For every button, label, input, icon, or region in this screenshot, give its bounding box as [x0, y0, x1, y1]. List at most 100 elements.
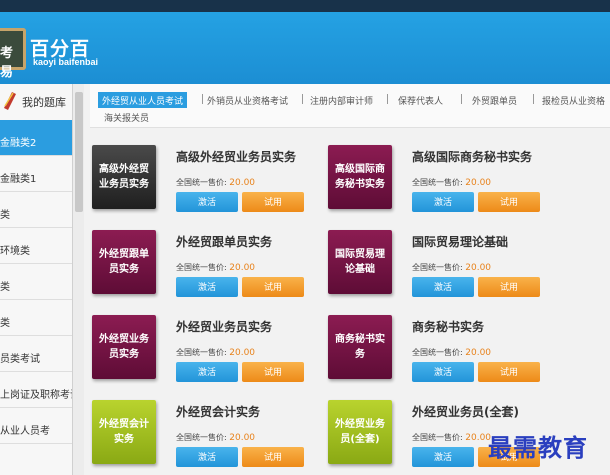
price-value: 20.00: [229, 178, 256, 188]
sidebar-scroll-thumb[interactable]: [75, 92, 83, 212]
price-label: 全国统一售价:: [176, 178, 227, 187]
sidebar-item-environment[interactable]: 环境类: [0, 228, 72, 264]
trial-button[interactable]: 试用: [242, 192, 304, 212]
sidebar-item-label: 金融类1: [0, 174, 37, 185]
sidebar-item-label: 上岗证及职称考试: [0, 390, 72, 401]
question-bank-icon: [4, 92, 16, 110]
sidebar-item-category[interactable]: 类: [0, 300, 72, 336]
sidebar-item-label: 金融类2: [0, 138, 37, 149]
price-label: 全国统一售价:: [412, 433, 463, 442]
product-cover[interactable]: 高级外经贸业务员实务: [92, 145, 156, 209]
activate-button[interactable]: 激活: [176, 277, 238, 297]
logo-board-text: 考易: [0, 46, 14, 80]
product-title: 国际贸易理论基础: [412, 235, 509, 249]
product-cover[interactable]: 外经贸业务员(全套): [328, 400, 392, 464]
product-cover[interactable]: 高级国际商务秘书实务: [328, 145, 392, 209]
product-title: 外经贸业务员(全套): [412, 405, 519, 419]
tab-foreign-trade-staff[interactable]: 外经贸从业人员考试: [98, 92, 188, 108]
activate-button[interactable]: 激活: [412, 192, 474, 212]
trial-button[interactable]: 试用: [478, 277, 540, 297]
sidebar-item-category[interactable]: 类: [0, 192, 72, 228]
product-title: 高级国际商务秘书实务: [412, 150, 533, 164]
tab-internal-auditor[interactable]: 注册内部审计师: [310, 92, 373, 108]
activate-button[interactable]: 激活: [176, 447, 238, 467]
app-header: 考易 百分百 kaoyi baifenbai: [0, 0, 610, 84]
product-cover[interactable]: 外经贸会计实务: [92, 400, 156, 464]
sidebar-item-label: 类: [0, 210, 10, 221]
sidebar: 我的题库 金融类2 金融类1 类 环境类 类 类 员类考试 上岗证及职称考试 从…: [0, 84, 84, 475]
product-price-row: 全国统一售价: 20.00: [412, 262, 491, 273]
product-price-row: 全国统一售价: 20.00: [176, 347, 255, 358]
category-tabbar: 外经贸从业人员考试 外销员从业资格考试 注册内部审计师 保荐代表人 外贸跟单员 …: [90, 84, 610, 128]
tab-sales-staff[interactable]: 外销员从业资格考试: [207, 92, 288, 108]
price-label: 全国统一售价:: [176, 263, 227, 272]
tab-separator: [461, 94, 462, 104]
product-card: 外经贸会计实务 外经贸会计实务 全国统一售价: 20.00 激活 试用: [92, 400, 328, 475]
sidebar-item-label: 类: [0, 318, 10, 329]
price-label: 全国统一售价:: [412, 178, 463, 187]
tab-inspection-staff[interactable]: 报检员从业资格: [542, 92, 605, 108]
activate-button[interactable]: 激活: [176, 362, 238, 382]
product-price-row: 全国统一售价: 20.00: [412, 432, 491, 443]
sidebar-item-label: 员类考试: [0, 354, 40, 365]
product-cover[interactable]: 外经贸跟单员实务: [92, 230, 156, 294]
sidebar-scrollbar[interactable]: [72, 84, 84, 475]
tab-separator: [533, 94, 534, 104]
tab-separator: [202, 94, 203, 104]
product-card: 国际贸易理论基础 国际贸易理论基础 全国统一售价: 20.00 激活 试用: [328, 230, 564, 314]
product-cover[interactable]: 商务秘书实务: [328, 315, 392, 379]
product-title: 商务秘书实务: [412, 320, 485, 334]
sidebar-item-label: 类: [0, 282, 10, 293]
product-title: 外经贸业务员实务: [176, 320, 273, 334]
trial-button[interactable]: 试用: [478, 192, 540, 212]
sidebar-item-finance-1[interactable]: 金融类1: [0, 156, 72, 192]
tab-separator: [302, 94, 303, 104]
product-price-row: 全国统一售价: 20.00: [412, 347, 491, 358]
price-value: 20.00: [229, 348, 256, 358]
price-label: 全国统一售价:: [412, 348, 463, 357]
trial-button[interactable]: 试用: [478, 362, 540, 382]
tab-separator: [387, 94, 388, 104]
header-top-strip: [0, 0, 610, 12]
my-question-bank-header[interactable]: 我的题库: [0, 84, 72, 120]
activate-button[interactable]: 激活: [412, 277, 474, 297]
sidebar-item-staff-exam[interactable]: 员类考试: [0, 336, 72, 372]
sidebar-item-label: 环境类: [0, 246, 30, 257]
product-title: 高级外经贸业务员实务: [176, 150, 297, 164]
product-title: 外经贸会计实务: [176, 405, 261, 419]
my-question-bank-label: 我的题库: [22, 96, 66, 109]
product-price-row: 全国统一售价: 20.00: [412, 177, 491, 188]
tab-merchandiser[interactable]: 外贸跟单员: [472, 92, 517, 108]
sidebar-item-certification-exam[interactable]: 上岗证及职称考试: [0, 372, 72, 408]
sidebar-item-practitioner-exam[interactable]: 从业人员考: [0, 408, 72, 444]
price-label: 全国统一售价:: [412, 263, 463, 272]
trial-button[interactable]: 试用: [242, 447, 304, 467]
activate-button[interactable]: 激活: [176, 192, 238, 212]
logo-blackboard-icon: 考易: [0, 28, 26, 80]
product-title: 外经贸跟单员实务: [176, 235, 273, 249]
trial-button[interactable]: 试用: [242, 277, 304, 297]
trial-button[interactable]: 试用: [242, 362, 304, 382]
product-card: 商务秘书实务 商务秘书实务 全国统一售价: 20.00 激活 试用: [328, 315, 564, 399]
activate-button[interactable]: 激活: [412, 447, 474, 467]
price-label: 全国统一售价:: [176, 433, 227, 442]
product-price-row: 全国统一售价: 20.00: [176, 177, 255, 188]
product-card: 外经贸跟单员实务 外经贸跟单员实务 全国统一售价: 20.00 激活 试用: [92, 230, 328, 314]
price-value: 20.00: [465, 178, 492, 188]
tab-customs-declarant[interactable]: 海关报关员: [104, 109, 149, 125]
product-cover[interactable]: 外经贸业务员实务: [92, 315, 156, 379]
price-value: 20.00: [465, 263, 492, 273]
product-cover[interactable]: 国际贸易理论基础: [328, 230, 392, 294]
tab-sponsor-rep[interactable]: 保荐代表人: [398, 92, 443, 108]
price-value: 20.00: [229, 263, 256, 273]
sidebar-item-category[interactable]: 类: [0, 264, 72, 300]
price-value: 20.00: [465, 348, 492, 358]
sidebar-item-finance-2[interactable]: 金融类2: [0, 120, 72, 156]
activate-button[interactable]: 激活: [412, 362, 474, 382]
product-grid: 高级外经贸业务员实务 高级外经贸业务员实务 全国统一售价: 20.00 激活 试…: [84, 129, 610, 475]
product-price-row: 全国统一售价: 20.00: [176, 432, 255, 443]
product-card: 高级外经贸业务员实务 高级外经贸业务员实务 全国统一售价: 20.00 激活 试…: [92, 145, 328, 229]
logo-subtitle: kaoyi baifenbai: [33, 57, 99, 67]
price-label: 全国统一售价:: [176, 348, 227, 357]
watermark-text: 最需教育: [488, 434, 588, 462]
